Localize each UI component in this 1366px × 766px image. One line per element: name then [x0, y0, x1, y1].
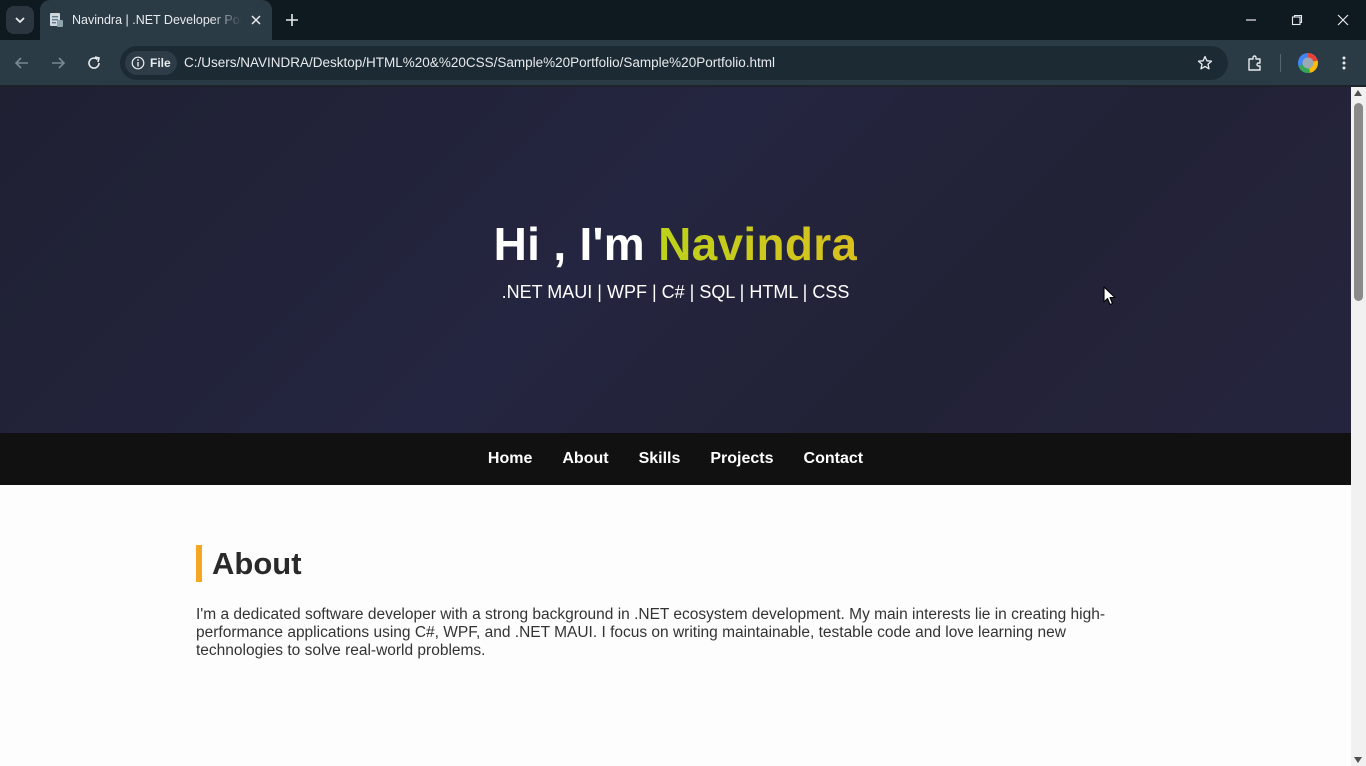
site-chip-label: File	[150, 56, 171, 70]
reload-icon	[88, 56, 100, 69]
restore-icon	[1291, 14, 1303, 26]
scroll-down-arrow-icon[interactable]	[1354, 757, 1362, 763]
about-text: I'm a dedicated software developer with …	[196, 606, 1106, 659]
close-icon	[1337, 14, 1349, 26]
browser-toolbar: File C:/Users/NAVINDRA/Desktop/HTML%20&%…	[0, 40, 1366, 86]
hero-name: Navindra	[658, 218, 858, 270]
browser-menu-button[interactable]	[1332, 51, 1356, 75]
browser-tab[interactable]: Navindra | .NET Developer Portfolio	[40, 0, 272, 40]
nav-link-projects[interactable]: Projects	[695, 450, 788, 468]
hero-tagline: .NET MAUI | WPF | C# | SQL | HTML | CSS	[501, 282, 850, 302]
scrollbar-thumb[interactable]	[1354, 103, 1363, 301]
bookmark-button[interactable]	[1194, 52, 1216, 74]
site-info-chip[interactable]: File	[125, 51, 177, 75]
close-icon	[251, 15, 261, 25]
toolbar-separator	[1280, 54, 1281, 72]
tab-search-button[interactable]	[6, 6, 34, 34]
plus-icon	[286, 14, 298, 26]
info-icon	[131, 56, 145, 70]
kebab-menu-icon	[1342, 56, 1346, 70]
about-section: About I'm a dedicated software developer…	[196, 545, 1156, 660]
forward-button[interactable]	[46, 51, 70, 75]
back-button[interactable]	[10, 51, 34, 75]
profile-button[interactable]	[1296, 51, 1320, 75]
hero-greeting: Hi , I'm	[493, 218, 659, 270]
site-nav: Home About Skills Projects Contact	[0, 433, 1351, 485]
about-heading: About	[196, 545, 1156, 582]
chevron-down-icon	[15, 17, 25, 24]
address-bar[interactable]: File C:/Users/NAVINDRA/Desktop/HTML%20&%…	[120, 46, 1228, 80]
scroll-up-arrow-icon[interactable]	[1354, 90, 1362, 96]
new-tab-button[interactable]	[280, 8, 304, 32]
mouse-cursor-icon	[1103, 286, 1116, 306]
arrow-right-icon	[52, 57, 66, 69]
close-window-button[interactable]	[1320, 0, 1366, 40]
nav-link-contact[interactable]: Contact	[789, 450, 879, 468]
minimize-icon	[1246, 19, 1256, 21]
extensions-button[interactable]	[1243, 51, 1267, 75]
tab-strip: Navindra | .NET Developer Portfolio	[0, 0, 1366, 40]
minimize-button[interactable]	[1228, 0, 1274, 40]
url-text[interactable]: C:/Users/NAVINDRA/Desktop/HTML%20&%20CSS…	[184, 55, 775, 70]
hero-title: Hi , I'm Navindra	[0, 217, 1351, 271]
hero-section: Hi , I'm Navindra .NET MAUI | WPF | C# |…	[0, 87, 1351, 433]
nav-link-about[interactable]: About	[547, 450, 623, 468]
page-viewport: Hi , I'm Navindra .NET MAUI | WPF | C# |…	[0, 87, 1351, 766]
star-icon	[1197, 55, 1213, 70]
puzzle-icon	[1248, 55, 1261, 71]
profile-avatar-icon	[1298, 53, 1318, 73]
tab-title: Navindra | .NET Developer Portfolio	[72, 13, 242, 27]
reload-button[interactable]	[82, 51, 106, 75]
restore-button[interactable]	[1274, 0, 1320, 40]
tab-close-button[interactable]	[246, 10, 266, 30]
nav-link-home[interactable]: Home	[473, 450, 547, 468]
page-scrollbar[interactable]	[1351, 87, 1366, 766]
nav-link-skills[interactable]: Skills	[624, 450, 696, 468]
arrow-left-icon	[14, 57, 28, 69]
document-icon	[50, 13, 63, 27]
